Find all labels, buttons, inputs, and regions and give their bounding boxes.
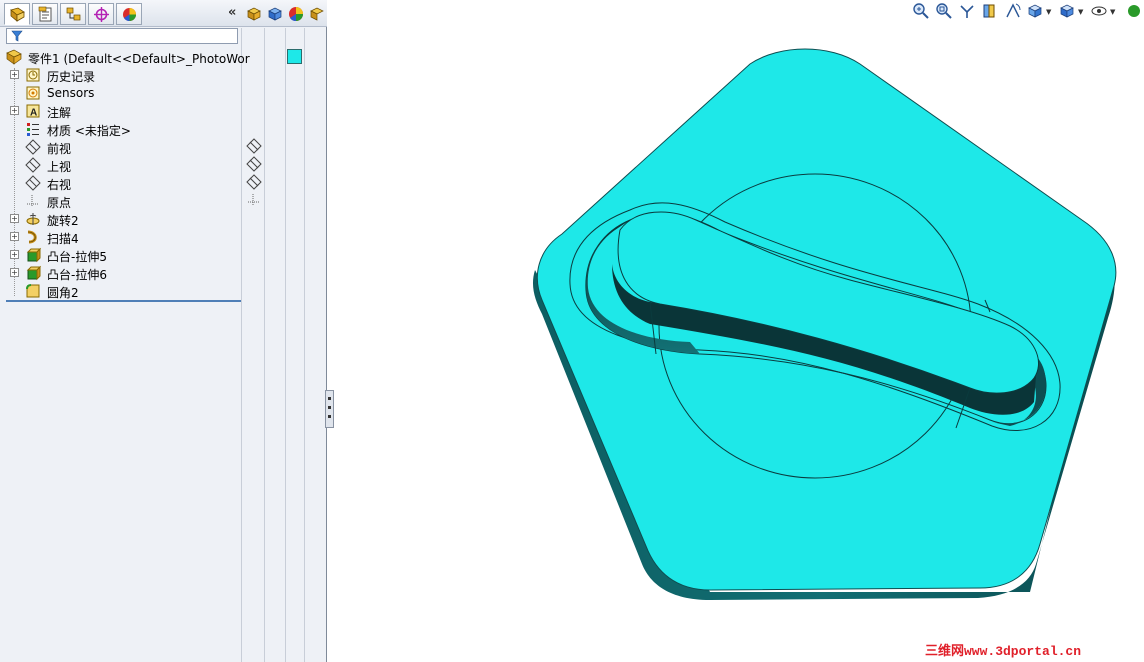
sensors-icon [26,86,40,100]
hide-show-items-icon[interactable] [1090,2,1108,20]
display-manager-icon [122,7,136,21]
origin-visibility-icon[interactable] [245,191,263,209]
right-plane-visibility-icon[interactable] [245,173,263,191]
previous-view-icon[interactable] [958,2,976,20]
heads-up-view-toolbar: ▼ ▼ ▼ [908,0,1144,24]
property-manager-tab[interactable] [32,3,58,25]
expand-icon[interactable]: + [10,232,19,241]
tree-item-revolve[interactable]: + 旋转2 [6,210,241,228]
part-color-swatch[interactable] [287,49,302,64]
display-style-toolbar-icon[interactable] [1058,2,1076,20]
tree-item-plane[interactable]: 上视 [6,156,241,174]
extrude-icon [26,265,41,281]
feature-manager-tab[interactable] [4,3,30,25]
view-orientation-dropdown-icon[interactable]: ▼ [1046,8,1051,16]
expand-icon[interactable]: + [10,250,19,259]
feature-manager-icon [9,7,25,22]
tree-item-label: 凸台-拉伸6 [47,268,107,282]
tree-item-history[interactable]: + 历史记录 [6,66,241,84]
tree-item-plane[interactable]: 前视 [6,138,241,156]
configuration-manager-icon [66,7,80,20]
section-view-icon[interactable] [981,2,999,20]
tree-item-label: 历史记录 [47,70,96,84]
tree-item-plane[interactable]: 右视 [6,174,241,192]
tree-item-label: 圆角2 [47,286,79,300]
expand-icon[interactable]: + [10,214,19,223]
annotations-icon: A [26,104,40,119]
plane-icon [25,157,41,173]
dimxpert-tab[interactable] [88,3,114,25]
tree-item-label: 注解 [47,106,72,120]
appearance-icon[interactable] [287,5,305,23]
hide-show-dropdown-icon[interactable]: ▼ [1110,8,1115,16]
feature-manager-panel: « 零件1 (Default<<Default>_PhotoWor + 历史记录… [0,0,334,662]
tree-item-extrude[interactable]: + 凸台-拉伸5 [6,246,241,264]
edit-appearance-icon[interactable] [1122,2,1140,20]
dimxpert-icon [93,6,109,22]
property-manager-icon [38,6,51,21]
tree-item-annotations[interactable]: + A 注解 [6,102,241,120]
zoom-to-fit-icon[interactable] [912,2,930,20]
tree-item-label: 上视 [47,160,72,174]
parts-icon[interactable] [245,5,263,23]
display-manager-tab[interactable] [116,3,142,25]
watermark-text: 三维网www.3dportal.cn [925,644,1082,659]
extrude-icon [26,247,41,263]
tree-item-label: 原点 [47,196,72,210]
configuration-manager-tab[interactable] [60,3,86,25]
display-style-dropdown-icon[interactable]: ▼ [1078,8,1083,16]
dynamic-annotation-icon[interactable] [1004,2,1022,20]
view-orientation-icon[interactable] [1026,2,1044,20]
display-style-icon[interactable] [266,5,284,23]
tree-item-label: 扫描4 [47,232,79,246]
feature-tree: 零件1 (Default<<Default>_PhotoWor + 历史记录 Sen… [6,46,250,302]
revolve-icon [26,213,40,225]
tree-root-label: 零件1 (Default<<Default>_PhotoWor [28,52,250,66]
plane-icon [25,139,41,155]
origin-icon [27,195,39,207]
svg-text:A: A [30,108,37,119]
tree-item-label: 右视 [47,178,72,192]
part-icon [6,49,22,65]
plane-icon [25,175,41,191]
collapse-panel-button[interactable]: « [228,5,236,20]
front-plane-visibility-icon[interactable] [245,137,263,155]
expand-icon[interactable]: + [10,268,19,277]
material-icon [27,123,39,136]
filter-icon [11,30,23,42]
tree-item-sweep[interactable]: + 扫描4 [6,228,241,246]
tree-root-part[interactable]: 零件1 (Default<<Default>_PhotoWor [6,48,250,66]
tree-item-label: 材质 <未指定> [47,124,131,138]
tree-item-label: 凸台-拉伸5 [47,250,107,264]
fillet-icon [26,284,40,298]
graphics-viewport[interactable] [330,24,1144,634]
tree-item-origin[interactable]: 原点 [6,192,241,210]
sweep-icon [27,230,37,244]
tree-item-fillet[interactable]: 圆角2 [6,282,241,300]
panel-tab-bar: « [0,0,327,27]
tree-item-sensors[interactable]: Sensors [6,84,241,102]
expand-icon[interactable]: + [10,70,19,79]
tree-state-column [241,28,265,662]
tree-item-label: 前视 [47,142,72,156]
tree-filter-input[interactable] [6,28,238,44]
expand-icon[interactable]: + [10,106,19,115]
history-icon [26,68,40,82]
tree-item-extrude[interactable]: + 凸台-拉伸6 [6,264,241,282]
tree-item-label: Sensors [47,86,95,100]
scene-icon[interactable] [308,5,326,23]
top-plane-visibility-icon[interactable] [245,155,263,173]
tree-item-material[interactable]: 材质 <未指定> [6,120,241,138]
tree-item-label: 旋转2 [47,214,79,228]
zoom-to-area-icon[interactable] [935,2,953,20]
tree-color-column [285,28,305,662]
